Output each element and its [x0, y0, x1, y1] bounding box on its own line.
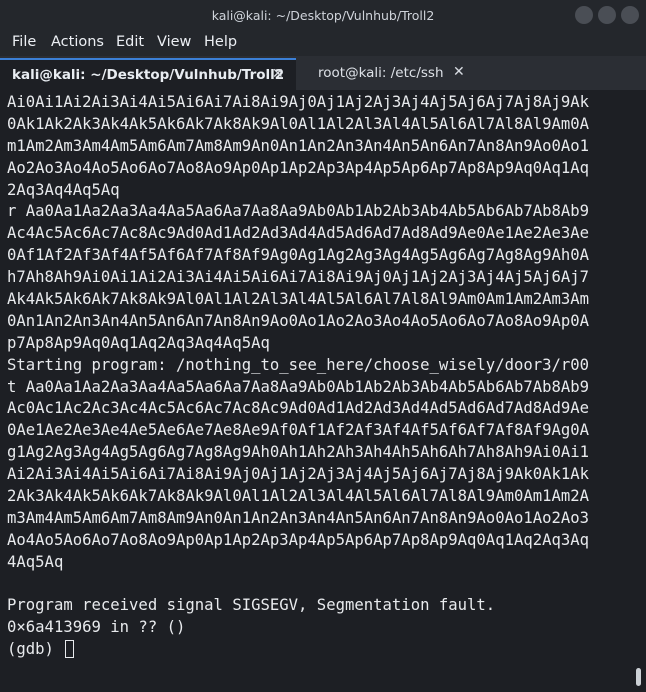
tab-etc-ssh[interactable]: root@kali: /etc/ssh ✕: [300, 58, 480, 88]
menu-actions[interactable]: Actions: [51, 34, 104, 50]
terminal-line: 2Ak3Ak4Ak5Ak6Ak7Ak8Ak9Al0Al1Al2Al3Al4Al5…: [7, 487, 590, 506]
terminal-line: 4Aq5Aq: [7, 552, 64, 571]
terminal-line: Ai2Ai3Ai4Ai5Ai6Ai7Ai8Ai9Aj0Aj1Aj2Aj3Aj4A…: [7, 465, 590, 484]
menu-view[interactable]: View: [157, 34, 191, 50]
terminal-line: r Aa0Aa1Aa2Aa3Aa4Aa5Aa6Aa7Aa8Aa9Ab0Ab1Ab…: [7, 202, 590, 221]
terminal-line: Ac0Ac1Ac2Ac3Ac4Ac5Ac6Ac7Ac8Ac9Ad0Ad1Ad2A…: [7, 399, 590, 418]
terminal-line: g1Ag2Ag3Ag4Ag5Ag6Ag7Ag8Ag9Ah0Ah1Ah2Ah3Ah…: [7, 443, 590, 462]
terminal-line: Ao2Ao3Ao4Ao5Ao6Ao7Ao8Ao9Ap0Ap1Ap2Ap3Ap4A…: [7, 158, 590, 177]
terminal-line: m3Am4Am5Am6Am7Am8Am9An0An1An2An3An4An5An…: [7, 508, 590, 527]
terminal-line: 0Af1Af2Af3Af4Af5Af6Af7Af8Af9Ag0Ag1Ag2Ag3…: [7, 246, 590, 265]
terminal-line: 0An1An2An3An4An5An6An7An8An9Ao0Ao1Ao2Ao3…: [7, 311, 590, 330]
tab-close-icon[interactable]: ✕: [453, 64, 465, 80]
terminal-line: p7Ap8Ap9Aq0Aq1Aq2Aq3Aq4Aq5Aq: [7, 333, 270, 352]
terminal-line: 0×6a413969 in ?? (): [7, 618, 186, 637]
terminal-line: t Aa0Aa1Aa2Aa3Aa4Aa5Aa6Aa7Aa8Aa9Ab0Ab1Ab…: [7, 377, 590, 396]
terminal-line: Ac4Ac5Ac6Ac7Ac8Ac9Ad0Ad1Ad2Ad3Ad4Ad5Ad6A…: [7, 224, 590, 243]
menu-help[interactable]: Help: [204, 34, 237, 50]
tab-label: root@kali: /etc/ssh: [318, 65, 444, 81]
terminal-line: Ao4Ao5Ao6Ao7Ao8Ao9Ap0Ap1Ap2Ap3Ap4Ap5Ap6A…: [7, 530, 590, 549]
tab-close-icon[interactable]: ✕: [272, 66, 284, 82]
terminal-line: 0Ak1Ak2Ak3Ak4Ak5Ak6Ak7Ak8Ak9Al0Al1Al2Al3…: [7, 114, 590, 133]
scrollbar-thumb[interactable]: [636, 668, 641, 686]
terminal-line: m1Am2Am3Am4Am5Am6Am7Am8Am9An0An1An2An3An…: [7, 136, 590, 155]
gdb-prompt-line: (gdb): [7, 639, 589, 661]
gdb-prompt: (gdb): [7, 640, 64, 659]
close-window-button[interactable]: [621, 6, 639, 24]
maximize-button[interactable]: [598, 6, 616, 24]
minimize-button[interactable]: [575, 6, 593, 24]
terminal-line: h7Ah8Ah9Ai0Ai1Ai2Ai3Ai4Ai5Ai6Ai7Ai8Ai9Aj…: [7, 268, 590, 287]
terminal-line: Ai0Ai1Ai2Ai3Ai4Ai5Ai6Ai7Ai8Ai9Aj0Aj1Aj2A…: [7, 93, 590, 111]
terminal-line: 2Aq3Aq4Aq5Aq: [7, 180, 120, 199]
terminal-lines: Ai0Ai1Ai2Ai3Ai4Ai5Ai6Ai7Ai8Ai9Aj0Aj1Aj2A…: [7, 92, 589, 661]
terminal-line: 0Ae1Ae2Ae3Ae4Ae5Ae6Ae7Ae8Ae9Af0Af1Af2Af3…: [7, 421, 590, 440]
menu-file[interactable]: File: [12, 34, 36, 50]
title-bar: kali@kali: ~/Desktop/Vulnhub/Troll2: [0, 0, 646, 30]
menu-edit[interactable]: Edit: [116, 34, 144, 50]
terminal-line: Program received signal SIGSEGV, Segment…: [7, 596, 496, 615]
terminal-line: Ak4Ak5Ak6Ak7Ak8Ak9Al0Al1Al2Al3Al4Al5Al6A…: [7, 290, 590, 309]
menu-bar: File Actions Edit View Help: [0, 30, 646, 56]
window-title: kali@kali: ~/Desktop/Vulnhub/Troll2: [211, 8, 435, 23]
terminal-output[interactable]: Ai0Ai1Ai2Ai3Ai4Ai5Ai6Ai7Ai8Ai9Aj0Aj1Aj2A…: [0, 90, 632, 692]
tab-label: kali@kali: ~/Desktop/Vulnhub/Troll2: [12, 67, 285, 83]
text-cursor: [65, 640, 75, 659]
terminal-line: Starting program: /nothing_to_see_here/c…: [7, 355, 590, 374]
tab-bar: kali@kali: ~/Desktop/Vulnhub/Troll2 ✕ ro…: [0, 56, 646, 90]
tab-troll2[interactable]: kali@kali: ~/Desktop/Vulnhub/Troll2 ✕: [0, 58, 296, 90]
scrollbar[interactable]: [632, 90, 646, 692]
